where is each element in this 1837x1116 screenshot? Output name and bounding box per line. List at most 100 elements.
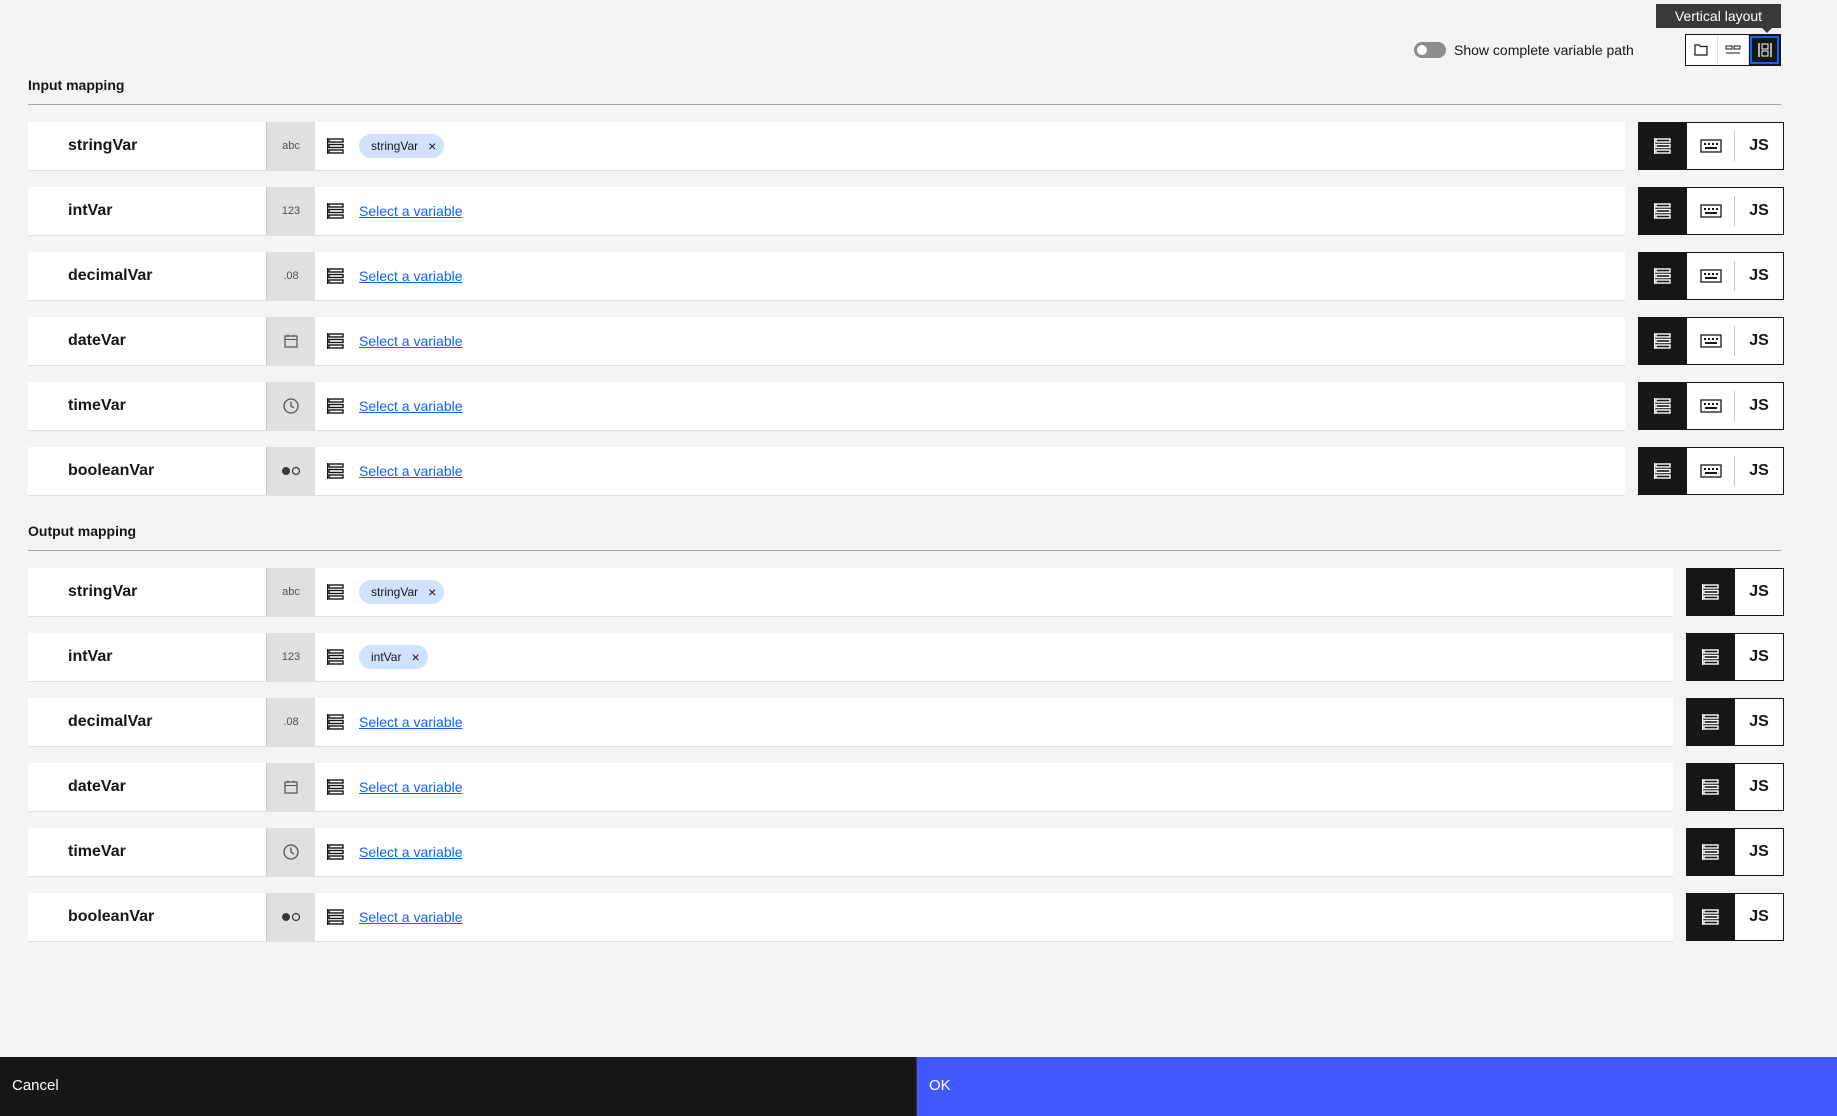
mapping-row: intVar 123 intVar × xyxy=(28,633,1673,682)
remove-tag-icon[interactable]: × xyxy=(428,139,436,153)
mapping-row: booleanVar Select a variable xyxy=(28,447,1625,496)
mapping-row: intVar 123 Select a variable xyxy=(28,187,1625,236)
variable-mode-button[interactable] xyxy=(1639,448,1687,494)
toggle-icon xyxy=(267,893,315,941)
folder-layout-button[interactable] xyxy=(1686,35,1718,65)
js-mode-button[interactable]: JS xyxy=(1735,188,1783,234)
variable-list-icon xyxy=(327,332,345,350)
input-mapping-divider xyxy=(28,104,1781,105)
select-variable-link[interactable]: Select a variable xyxy=(359,268,463,284)
mapping-mode-switcher: JS xyxy=(1686,893,1784,941)
variable-mode-button[interactable] xyxy=(1687,829,1735,875)
select-variable-link[interactable]: Select a variable xyxy=(359,844,463,860)
footer: Cancel OK xyxy=(0,1057,1837,1116)
type-badge: abc xyxy=(267,568,315,616)
mapping-value: Select a variable xyxy=(315,828,1673,876)
mapping-mode-switcher: JS xyxy=(1686,828,1784,876)
show-path-toggle[interactable] xyxy=(1414,42,1446,58)
vertical-layout-button[interactable] xyxy=(1749,35,1781,65)
mapping-value: Select a variable xyxy=(315,893,1673,941)
mapping-row: booleanVar Select a variable xyxy=(28,893,1673,942)
variable-name: booleanVar xyxy=(28,893,267,941)
keyboard-mode-button[interactable] xyxy=(1687,326,1735,356)
js-mode-button[interactable]: JS xyxy=(1735,634,1783,680)
mapping-value: Select a variable xyxy=(315,252,1625,300)
variable-tag: stringVar × xyxy=(359,134,445,158)
variable-tag-label: stringVar xyxy=(371,585,419,599)
variable-list-icon xyxy=(327,778,345,796)
mapping-mode-switcher: JS xyxy=(1638,382,1784,430)
js-mode-button[interactable]: JS xyxy=(1735,699,1783,745)
select-variable-link[interactable]: Select a variable xyxy=(359,203,463,219)
variable-mode-button[interactable] xyxy=(1639,188,1687,234)
keyboard-mode-button[interactable] xyxy=(1687,131,1735,161)
variable-mode-button[interactable] xyxy=(1639,318,1687,364)
js-mode-button[interactable]: JS xyxy=(1735,253,1783,299)
remove-tag-icon[interactable]: × xyxy=(411,650,419,664)
variable-tag: stringVar × xyxy=(359,580,445,604)
js-mode-button[interactable]: JS xyxy=(1735,894,1783,940)
mapping-mode-switcher: JS xyxy=(1638,122,1784,170)
variable-mode-button[interactable] xyxy=(1639,253,1687,299)
keyboard-mode-button[interactable] xyxy=(1687,261,1735,291)
horizontal-layout-button[interactable] xyxy=(1718,35,1750,65)
js-mode-button[interactable]: JS xyxy=(1735,829,1783,875)
mapping-value: intVar × xyxy=(315,633,1673,681)
show-path-toggle-group[interactable]: Show complete variable path xyxy=(1414,42,1634,58)
variable-name: timeVar xyxy=(28,382,267,430)
select-variable-link[interactable]: Select a variable xyxy=(359,333,463,349)
toggle-icon xyxy=(267,447,315,495)
variable-name: decimalVar xyxy=(28,252,267,300)
variable-mode-button[interactable] xyxy=(1687,894,1735,940)
select-variable-link[interactable]: Select a variable xyxy=(359,909,463,925)
js-mode-button[interactable]: JS xyxy=(1735,569,1783,615)
clock-icon xyxy=(267,828,315,876)
keyboard-mode-button[interactable] xyxy=(1687,456,1735,486)
js-mode-button[interactable]: JS xyxy=(1735,764,1783,810)
variable-mode-button[interactable] xyxy=(1687,699,1735,745)
mapping-mode-switcher: JS xyxy=(1686,633,1784,681)
variable-mode-button[interactable] xyxy=(1687,634,1735,680)
select-variable-link[interactable]: Select a variable xyxy=(359,463,463,479)
type-badge: .08 xyxy=(267,252,315,300)
type-badge: 123 xyxy=(267,633,315,681)
variable-mode-button[interactable] xyxy=(1639,383,1687,429)
js-mode-button[interactable]: JS xyxy=(1735,123,1783,169)
keyboard-mode-button[interactable] xyxy=(1687,196,1735,226)
variable-mode-button[interactable] xyxy=(1687,764,1735,810)
variable-tag-label: stringVar xyxy=(371,139,419,153)
mapping-row: dateVar Select a variable xyxy=(28,317,1625,366)
calendar-icon xyxy=(267,763,315,811)
select-variable-link[interactable]: Select a variable xyxy=(359,714,463,730)
variable-list-icon xyxy=(327,397,345,415)
keyboard-mode-button[interactable] xyxy=(1687,391,1735,421)
select-variable-link[interactable]: Select a variable xyxy=(359,398,463,414)
variable-mode-button[interactable] xyxy=(1639,123,1687,169)
variable-mode-button[interactable] xyxy=(1687,569,1735,615)
mapping-mode-switcher: JS xyxy=(1686,763,1784,811)
select-variable-link[interactable]: Select a variable xyxy=(359,779,463,795)
mapping-mode-switcher: JS xyxy=(1686,568,1784,616)
vertical-layout-tooltip: Vertical layout xyxy=(1656,4,1781,33)
variable-list-icon xyxy=(327,462,345,480)
mapping-mode-switcher: JS xyxy=(1638,187,1784,235)
mapping-mode-switcher: JS xyxy=(1638,317,1784,365)
variable-name: timeVar xyxy=(28,828,267,876)
remove-tag-icon[interactable]: × xyxy=(428,585,436,599)
variable-name: dateVar xyxy=(28,763,267,811)
cancel-button[interactable]: Cancel xyxy=(0,1057,917,1116)
show-path-label: Show complete variable path xyxy=(1454,42,1634,58)
js-mode-button[interactable]: JS xyxy=(1735,448,1783,494)
mapping-mode-switcher: JS xyxy=(1638,447,1784,495)
js-mode-button[interactable]: JS xyxy=(1735,318,1783,364)
mapping-mode-switcher: JS xyxy=(1638,252,1784,300)
mapping-value: Select a variable xyxy=(315,382,1625,430)
js-mode-button[interactable]: JS xyxy=(1735,383,1783,429)
mapping-row: decimalVar .08 Select a variable xyxy=(28,252,1625,301)
variable-name: intVar xyxy=(28,633,267,681)
mapping-row: timeVar Select a variable xyxy=(28,382,1625,431)
variable-list-icon xyxy=(327,202,345,220)
ok-button[interactable]: OK xyxy=(917,1057,1837,1116)
variable-list-icon xyxy=(327,137,345,155)
type-badge: 123 xyxy=(267,187,315,235)
